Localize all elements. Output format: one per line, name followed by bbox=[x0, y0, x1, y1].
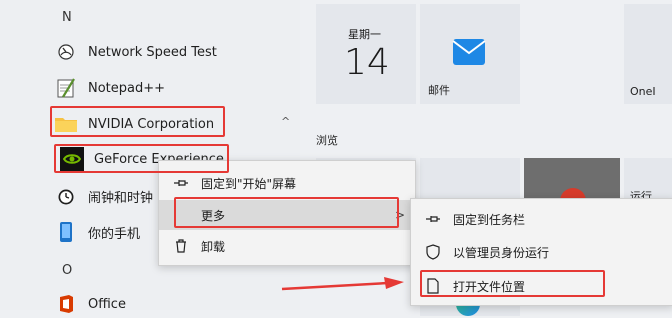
menu-item-label: 以管理员身份运行 bbox=[453, 245, 550, 260]
annotation-arrow-icon bbox=[281, 277, 404, 291]
menu-item-run-as-admin[interactable]: 以管理员身份运行 bbox=[411, 237, 672, 267]
app-notepad-plus-plus[interactable]: Notepad++ bbox=[54, 74, 165, 102]
menu-item-pin-start[interactable]: 固定到"开始"屏幕 bbox=[159, 168, 415, 198]
mail-icon bbox=[452, 38, 486, 70]
pin-icon bbox=[171, 178, 191, 188]
app-label: Office bbox=[88, 296, 126, 312]
section-header-n[interactable]: N bbox=[62, 10, 72, 25]
menu-item-open-file-location[interactable]: 打开文件位置 bbox=[411, 271, 672, 301]
app-label: 你的手机 bbox=[88, 226, 141, 242]
app-label: Notepad++ bbox=[88, 80, 166, 96]
menu-item-pin-taskbar[interactable]: 固定到任务栏 bbox=[411, 204, 672, 234]
shield-icon bbox=[423, 244, 443, 260]
calendar-tile[interactable]: 星期一 14 bbox=[316, 4, 416, 104]
context-menu: 固定到"开始"屏幕 更多 > 卸载 bbox=[158, 160, 416, 266]
speed-gauge-icon bbox=[54, 40, 78, 64]
mail-tile[interactable]: 邮件 bbox=[420, 4, 520, 104]
menu-item-label: 卸载 bbox=[201, 239, 226, 254]
onedrive-tile[interactable]: OneI bbox=[624, 4, 672, 104]
calendar-day: 14 bbox=[344, 42, 390, 83]
nvidia-eye-icon bbox=[60, 147, 84, 171]
notepad-plus-plus-icon bbox=[54, 76, 78, 100]
browse-group-label[interactable]: 浏览 bbox=[316, 132, 338, 148]
app-label: Network Speed Test bbox=[88, 44, 217, 60]
folder-icon bbox=[54, 112, 78, 136]
app-network-speed-test[interactable]: Network Speed Test bbox=[54, 38, 217, 66]
calendar-weekday: 星期一 bbox=[348, 28, 381, 41]
app-office[interactable]: Office bbox=[54, 290, 126, 318]
onedrive-label: OneI bbox=[630, 85, 656, 98]
app-alarms-clock[interactable]: 闹钟和时钟 bbox=[54, 182, 153, 210]
phone-icon bbox=[54, 220, 78, 244]
menu-item-label: 固定到"开始"屏幕 bbox=[201, 176, 297, 191]
menu-item-more[interactable]: 更多 > bbox=[159, 200, 415, 230]
pin-icon bbox=[423, 214, 443, 224]
app-label: NVIDIA Corporation bbox=[88, 116, 215, 132]
sub-menu: 固定到任务栏 以管理员身份运行 打开文件位置 bbox=[410, 198, 672, 306]
collapse-chevron-icon[interactable]: ^ bbox=[281, 115, 290, 128]
menu-item-label: 打开文件位置 bbox=[453, 279, 526, 294]
app-label: 闹钟和时钟 bbox=[88, 190, 154, 206]
app-your-phone[interactable]: 你的手机 bbox=[54, 218, 140, 246]
menu-item-label: 更多 bbox=[201, 208, 226, 223]
document-icon bbox=[423, 278, 443, 294]
trash-icon bbox=[171, 239, 191, 253]
office-icon bbox=[54, 292, 78, 316]
menu-item-uninstall[interactable]: 卸载 bbox=[159, 231, 415, 261]
app-nvidia-corporation[interactable]: NVIDIA Corporation bbox=[54, 110, 214, 138]
menu-item-label: 固定到任务栏 bbox=[453, 212, 526, 227]
mail-label: 邮件 bbox=[428, 84, 450, 97]
chevron-right-icon: > bbox=[394, 208, 405, 222]
alarm-clock-icon bbox=[54, 184, 78, 208]
section-header-o[interactable]: O bbox=[62, 263, 72, 278]
